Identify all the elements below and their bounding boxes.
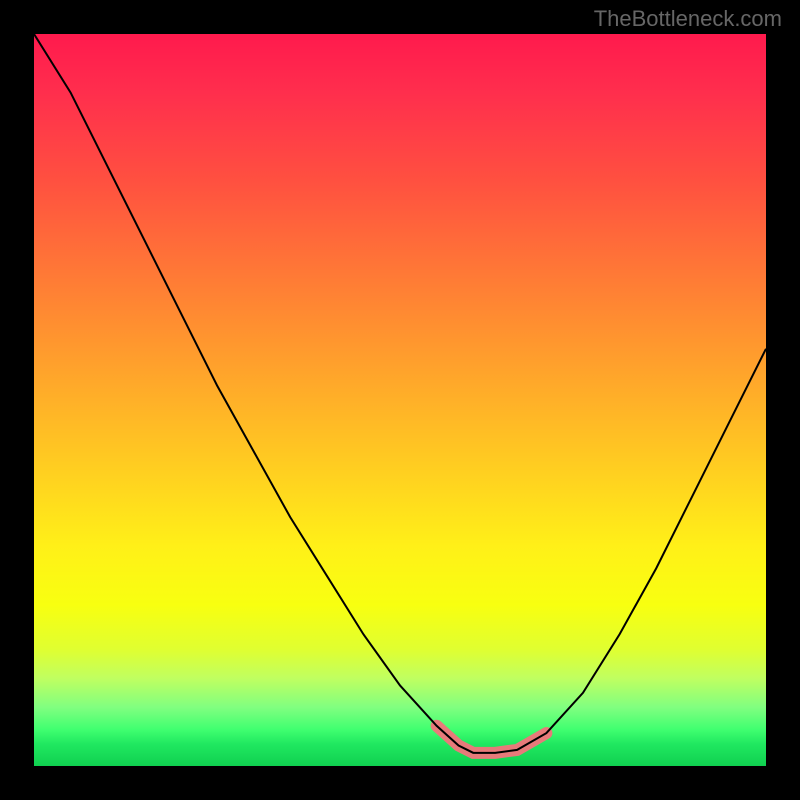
chart-svg [34,34,766,766]
chart-curve-line [34,34,766,753]
watermark-text: TheBottleneck.com [594,6,782,32]
chart-plot-area [34,34,766,766]
